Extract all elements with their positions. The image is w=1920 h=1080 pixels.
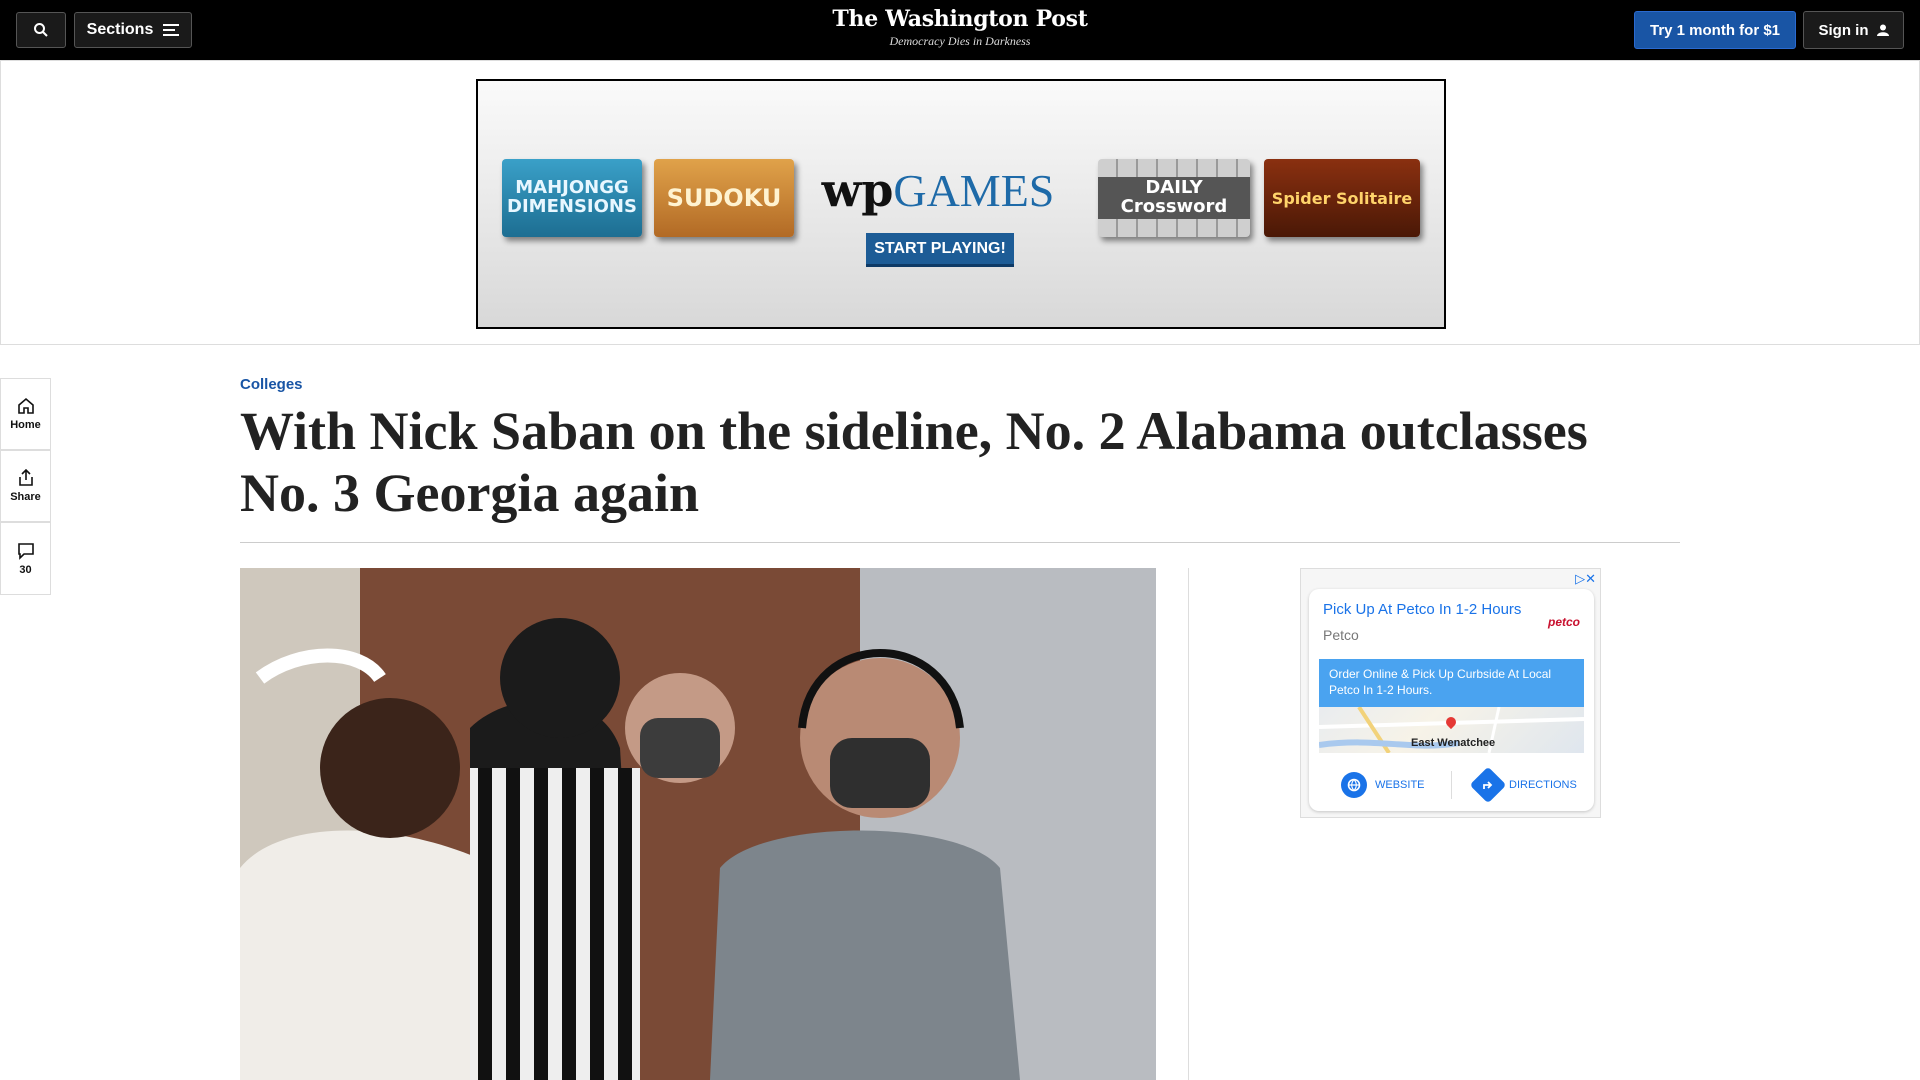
- start-playing-button[interactable]: START PLAYING!: [866, 233, 1014, 267]
- petco-directions-link[interactable]: DIRECTIONS: [1469, 766, 1577, 804]
- petco-website-link[interactable]: WEBSITE: [1341, 771, 1425, 799]
- petco-ad-map[interactable]: East Wenatchee: [1319, 707, 1584, 753]
- search-button[interactable]: [16, 12, 66, 48]
- wp-monogram: wp: [821, 163, 894, 217]
- lead-photo-graphic: [240, 568, 1156, 1080]
- subscribe-button[interactable]: Try 1 month for $1: [1634, 11, 1796, 49]
- petco-ad-brand: Petco: [1323, 627, 1359, 643]
- petco-directions-label: DIRECTIONS: [1509, 779, 1577, 791]
- wp-games-logo: wpGAMES: [818, 163, 1058, 217]
- sections-label: Sections: [86, 21, 154, 38]
- rail-home-button[interactable]: Home: [0, 378, 51, 450]
- rail-comments-button[interactable]: 30: [0, 522, 51, 595]
- petco-link-divider: [1451, 771, 1452, 799]
- petco-ad[interactable]: ▷✕ Pick Up At Petco In 1-2 Hours Petco p…: [1300, 568, 1601, 818]
- petco-logo: petco: [1547, 615, 1580, 629]
- headline-divider: [240, 542, 1680, 543]
- rail-share-label: Share: [10, 491, 41, 503]
- petco-ad-card[interactable]: Pick Up At Petco In 1-2 Hours Petco petc…: [1309, 589, 1594, 811]
- logo-tagline: Democracy Dies in Darkness: [889, 34, 1031, 48]
- crossword-tile[interactable]: DAILY Crossword: [1098, 159, 1250, 237]
- lead-photo[interactable]: [240, 568, 1156, 1080]
- map-city-label: East Wenatchee: [1411, 737, 1496, 749]
- column-divider: [1188, 568, 1189, 1080]
- site-logo[interactable]: The Washington Post Democracy Dies in Da…: [760, 6, 1160, 49]
- section-kicker-link[interactable]: Colleges: [240, 376, 303, 393]
- search-icon: [34, 23, 48, 37]
- crossword-label: DAILY Crossword: [1098, 177, 1250, 219]
- sections-button[interactable]: Sections: [74, 12, 192, 48]
- ad-choices-close-icon[interactable]: ▷✕: [1575, 571, 1596, 587]
- spider-solitaire-tile[interactable]: Spider Solitaire: [1264, 159, 1420, 237]
- globe-icon: [1341, 772, 1367, 798]
- user-icon: [1876, 24, 1889, 36]
- logo-wordmark: The Washington Post: [832, 6, 1088, 32]
- comment-icon: [17, 542, 34, 560]
- share-icon: [18, 469, 33, 486]
- menu-icon: [163, 24, 180, 36]
- mahjongg-tile[interactable]: MAHJONGG DIMENSIONS: [502, 159, 642, 237]
- petco-ad-title[interactable]: Pick Up At Petco In 1-2 Hours: [1323, 601, 1521, 618]
- rail-home-label: Home: [10, 419, 41, 431]
- top-nav-bar: Sections The Washington Post Democracy D…: [0, 0, 1920, 60]
- sign-in-label: Sign in: [1818, 21, 1869, 39]
- sudoku-tile[interactable]: SUDOKU: [654, 159, 794, 237]
- sign-in-button[interactable]: Sign in: [1803, 11, 1904, 49]
- article-headline: With Nick Saban on the sideline, No. 2 A…: [240, 401, 1588, 523]
- games-wordmark: GAMES: [893, 165, 1055, 216]
- top-ad-band: MAHJONGG DIMENSIONS SUDOKU wpGAMES START…: [0, 60, 1920, 345]
- petco-ad-description[interactable]: Order Online & Pick Up Curbside At Local…: [1319, 659, 1584, 707]
- home-icon: [17, 397, 34, 414]
- rail-comments-count: 30: [19, 563, 32, 576]
- petco-website-label: WEBSITE: [1375, 779, 1425, 791]
- wp-games-ad[interactable]: MAHJONGG DIMENSIONS SUDOKU wpGAMES START…: [476, 79, 1446, 329]
- rail-share-button[interactable]: Share: [0, 450, 51, 522]
- directions-icon: [1469, 766, 1507, 804]
